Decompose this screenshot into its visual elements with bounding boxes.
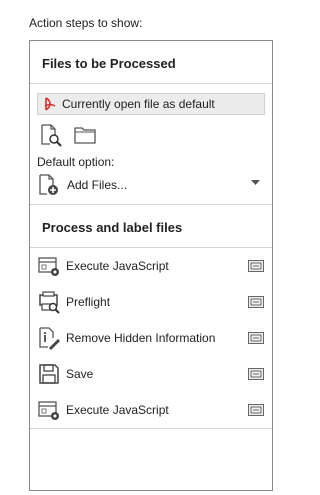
browse-file-icon[interactable]	[39, 123, 63, 147]
steps-list: Execute JavaScript Preflight Remove Hidd…	[30, 248, 272, 429]
list-item[interactable]: Remove Hidden Information	[30, 320, 272, 356]
options-icon[interactable]	[248, 296, 264, 308]
execute-javascript-icon	[38, 401, 59, 420]
preflight-icon	[39, 291, 60, 314]
step-label: Save	[66, 367, 94, 381]
folder-icon[interactable]	[73, 123, 97, 147]
pdf-file-icon	[44, 97, 56, 111]
add-files-label: Add Files...	[67, 178, 128, 192]
save-icon	[39, 364, 59, 384]
add-files-dropdown[interactable]: Add Files...	[37, 173, 265, 197]
list-item[interactable]: Preflight	[30, 284, 272, 320]
list-item[interactable]: Save	[30, 356, 272, 392]
step-label: Preflight	[66, 295, 111, 309]
options-icon[interactable]	[248, 332, 264, 344]
execute-javascript-icon	[38, 257, 59, 276]
remove-hidden-info-icon	[39, 327, 60, 350]
default-option-label: Default option:	[37, 155, 115, 169]
files-section-title: Files to be Processed	[30, 41, 272, 84]
current-file-text: Currently open file as default	[62, 97, 215, 111]
options-icon[interactable]	[248, 368, 264, 380]
step-label: Execute JavaScript	[66, 403, 169, 417]
options-icon[interactable]	[248, 260, 264, 272]
chevron-down-icon	[251, 180, 260, 185]
step-label: Remove Hidden Information	[66, 331, 216, 345]
process-section-title: Process and label files	[30, 205, 272, 248]
current-file-field[interactable]: Currently open file as default	[37, 93, 265, 115]
action-steps-label: Action steps to show:	[29, 16, 143, 30]
step-label: Execute JavaScript	[66, 259, 169, 273]
files-section-body: Currently open file as default Default o…	[30, 84, 272, 205]
list-item[interactable]: Execute JavaScript	[30, 392, 272, 428]
options-icon[interactable]	[248, 404, 264, 416]
list-item[interactable]: Execute JavaScript	[30, 248, 272, 284]
add-file-icon	[39, 174, 58, 195]
action-steps-panel: Files to be Processed Currently open fil…	[29, 40, 273, 491]
